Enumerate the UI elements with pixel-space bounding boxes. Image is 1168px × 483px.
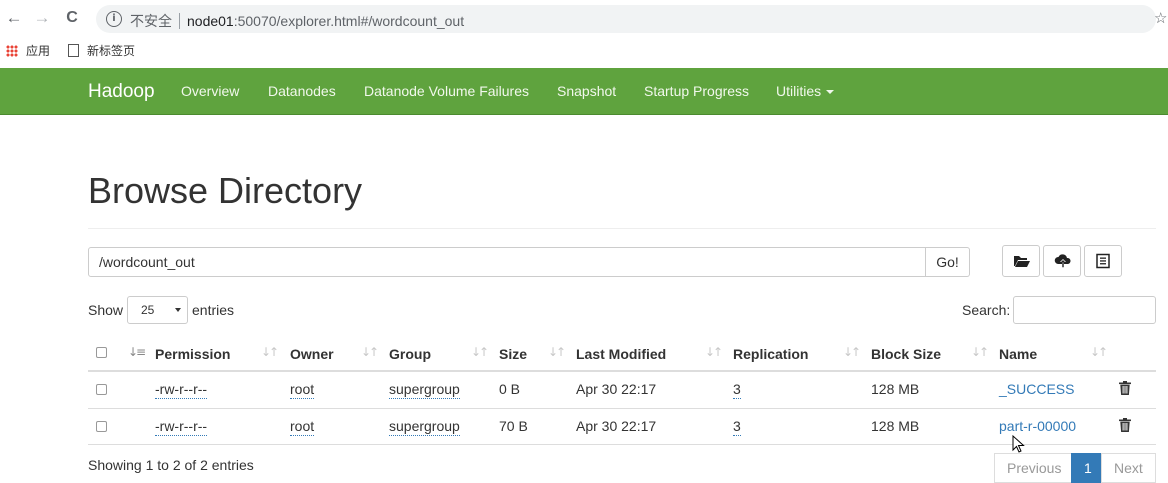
cell-group[interactable]: supergroup — [389, 381, 460, 399]
nav-snapshot[interactable]: Snapshot — [557, 83, 616, 99]
hadoop-navbar: Hadoop Overview Datanodes Datanode Volum… — [0, 68, 1168, 115]
bookmark-new-tab-label: 新标签页 — [87, 44, 136, 58]
pagination-page-1[interactable]: 1 — [1071, 453, 1105, 483]
cloud-upload-icon — [1054, 254, 1071, 268]
sort-icon[interactable]: ↓↑ — [971, 345, 989, 359]
pagination-previous[interactable]: Previous — [994, 453, 1075, 483]
row-divider — [88, 408, 1156, 409]
url-text[interactable]: 不安全 node01:50070/explorer.html#/wordcount… — [130, 11, 464, 31]
row-checkbox[interactable] — [96, 384, 107, 395]
search-input[interactable] — [1013, 296, 1156, 324]
col-permission[interactable]: Permission — [155, 346, 230, 362]
cell-owner[interactable]: root — [290, 381, 315, 399]
sort-active-icon[interactable]: ↓≡ — [128, 345, 146, 359]
mouse-cursor-icon — [1012, 435, 1025, 453]
bookmark-apps[interactable]: 应用 — [6, 42, 50, 59]
cell-permission[interactable]: -rw-r--r-- — [155, 418, 208, 436]
nav-utilities-dropdown[interactable]: Utilities — [776, 83, 835, 99]
title-divider — [88, 228, 1156, 229]
url-host: node01 — [187, 13, 234, 29]
back-button[interactable]: ← — [4, 8, 24, 28]
brand-link[interactable]: Hadoop — [88, 81, 155, 103]
browser-toolbar: ← → C i 不安全 node01:50070/explorer.html#/w… — [0, 0, 1168, 38]
sort-icon[interactable]: ↓↑ — [471, 345, 489, 359]
cell-owner[interactable]: root — [290, 418, 315, 436]
col-owner[interactable]: Owner — [290, 346, 334, 362]
url-path: :50070/explorer.html#/wordcount_out — [233, 13, 465, 29]
sort-icon[interactable]: ↓↑ — [361, 345, 379, 359]
col-last-modified[interactable]: Last Modified — [576, 346, 666, 362]
show-label: Show — [88, 302, 124, 318]
bookmark-new-tab[interactable]: 新标签页 — [68, 42, 135, 59]
cell-block-size: 128 MB — [871, 418, 920, 434]
cell-permission[interactable]: -rw-r--r-- — [155, 381, 208, 399]
col-name[interactable]: Name — [999, 346, 1037, 362]
info-icon[interactable]: i — [106, 11, 122, 27]
col-block-size[interactable]: Block Size — [871, 346, 941, 362]
pagination-next[interactable]: Next — [1101, 453, 1156, 483]
forward-button[interactable]: → — [32, 8, 52, 28]
page-title: Browse Directory — [88, 170, 363, 211]
address-bar[interactable]: i 不安全 node01:50070/explorer.html#/wordcou… — [96, 5, 1156, 33]
cell-last-modified: Apr 30 22:17 — [576, 381, 657, 397]
cell-group[interactable]: supergroup — [389, 418, 460, 436]
bookmark-apps-label: 应用 — [26, 44, 51, 58]
row-checkbox[interactable] — [96, 421, 107, 432]
col-replication[interactable]: Replication — [733, 346, 808, 362]
select-all-checkbox[interactable] — [96, 347, 107, 358]
reload-button[interactable]: C — [62, 8, 82, 28]
table-header-divider — [88, 370, 1156, 372]
entries-label: entries — [192, 302, 235, 318]
cell-replication[interactable]: 3 — [733, 381, 741, 399]
col-size[interactable]: Size — [499, 346, 527, 362]
select-caret-icon — [175, 308, 181, 312]
apps-grid-icon — [6, 45, 18, 57]
cell-block-size: 128 MB — [871, 381, 920, 397]
sort-icon[interactable]: ↓↑ — [548, 345, 566, 359]
bookmark-star-icon[interactable]: ☆ — [1154, 9, 1167, 27]
url-separator — [179, 13, 180, 29]
nav-overview[interactable]: Overview — [181, 83, 239, 99]
nav-datanodes[interactable]: Datanodes — [268, 83, 336, 99]
security-label: 不安全 — [130, 13, 172, 29]
sort-icon[interactable]: ↓↑ — [843, 345, 861, 359]
trash-icon[interactable] — [1119, 381, 1131, 395]
page-icon — [68, 44, 79, 57]
bookmarks-bar: 应用 新标签页 — [0, 38, 1168, 62]
list-alt-icon — [1096, 253, 1110, 269]
go-button[interactable]: Go! — [926, 247, 970, 277]
nav-startup-progress[interactable]: Startup Progress — [644, 83, 749, 99]
cell-size: 0 B — [499, 381, 521, 397]
cell-replication[interactable]: 3 — [733, 418, 741, 436]
sort-icon[interactable]: ↓↑ — [705, 345, 723, 359]
caret-down-icon — [826, 90, 835, 94]
sort-icon[interactable]: ↓↑ — [261, 345, 279, 359]
table-info: Showing 1 to 2 of 2 entries — [88, 457, 254, 473]
row-divider — [88, 444, 1156, 445]
trash-icon[interactable] — [1119, 418, 1131, 432]
sort-icon[interactable]: ↓↑ — [1090, 345, 1108, 359]
col-group[interactable]: Group — [389, 346, 431, 362]
cell-name-link[interactable]: _SUCCESS — [999, 381, 1074, 397]
entries-selected-value: 25 — [141, 303, 155, 317]
upload-files-button[interactable] — [1043, 245, 1081, 277]
folder-open-icon — [1014, 256, 1030, 267]
cell-size: 70 B — [499, 418, 528, 434]
cell-name-link[interactable]: part-r-00000 — [999, 418, 1076, 434]
nav-volume-failures[interactable]: Datanode Volume Failures — [364, 83, 529, 99]
nav-utilities-label: Utilities — [776, 83, 822, 99]
search-label: Search: — [962, 302, 1011, 318]
entries-per-page-select[interactable]: 25 — [127, 296, 188, 324]
directory-path-input[interactable]: /wordcount_out — [88, 247, 926, 277]
cut-paste-button[interactable] — [1084, 245, 1122, 277]
create-directory-button[interactable] — [1002, 245, 1040, 277]
cell-last-modified: Apr 30 22:17 — [576, 418, 657, 434]
